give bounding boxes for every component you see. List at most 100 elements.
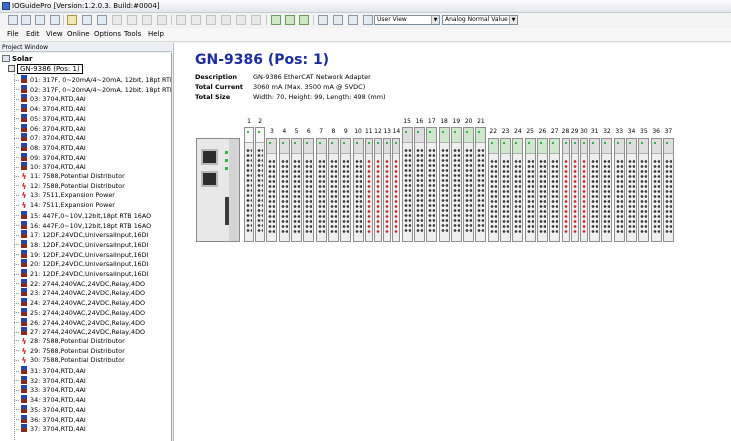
tree-item[interactable]: 15: 447F,0~10V,12bit,18pt RTB 16AO: [14, 210, 151, 221]
io-module[interactable]: [450, 127, 462, 242]
io-module[interactable]: [340, 138, 352, 242]
tree-item[interactable]: 06: 3704,RTD,4AI: [14, 123, 86, 134]
undo-icon[interactable]: [157, 15, 167, 25]
download-icon[interactable]: [299, 15, 309, 25]
io-module[interactable]: [438, 127, 450, 242]
tree-item[interactable]: 31: 3704,RTD,4AI: [14, 366, 86, 376]
copy-icon[interactable]: [82, 15, 92, 25]
move-up-icon[interactable]: [112, 15, 122, 25]
io-module[interactable]: [401, 127, 413, 242]
tree-item[interactable]: 10: 3704,RTD,4AI: [14, 162, 86, 172]
tree-root[interactable]: Solar: [2, 55, 32, 64]
paste-icon[interactable]: [97, 15, 107, 25]
tree-item[interactable]: 03: 3704,RTD,4AI: [14, 94, 86, 104]
io-module[interactable]: [374, 138, 382, 242]
menu-file[interactable]: File: [7, 30, 19, 39]
project-tree[interactable]: Solar GN-9386 (Pos: 1) 01: 317F, 0~20mA/…: [0, 53, 172, 441]
move-down-icon[interactable]: [127, 15, 137, 25]
delete-icon[interactable]: [142, 15, 152, 25]
tree-item[interactable]: 21: 12DF,24VDC,UniversalInput,16DI: [14, 269, 148, 279]
io-module[interactable]: [463, 127, 475, 242]
io-module[interactable]: [352, 138, 364, 242]
pin-icon[interactable]: [67, 15, 77, 25]
module-e-icon[interactable]: [236, 15, 246, 25]
io-module[interactable]: [327, 138, 339, 242]
tree-item[interactable]: 22: 2744,240VAC,24VDC,Relay,4DO: [14, 278, 145, 289]
module-a-icon[interactable]: [176, 15, 186, 25]
io-module[interactable]: [383, 138, 392, 242]
io-module[interactable]: [291, 138, 303, 242]
module-b-icon[interactable]: [191, 15, 201, 25]
io-module[interactable]: [278, 138, 290, 242]
io-module[interactable]: [524, 138, 536, 242]
io-module[interactable]: [512, 138, 524, 242]
tree-item[interactable]: 09: 3704,RTD,4AI: [14, 152, 86, 163]
tree-item[interactable]: ϟ 29: 7588,Potential Distributor: [14, 347, 125, 357]
io-module[interactable]: [570, 138, 579, 242]
menu-options[interactable]: Options: [94, 30, 121, 39]
io-module[interactable]: [266, 138, 278, 242]
tree-item[interactable]: ϟ 13: 7511,Expansion Power: [14, 191, 115, 201]
io-module[interactable]: [626, 138, 638, 242]
tree-item[interactable]: 19: 12DF,24VDC,UniversalInput,16DI: [14, 249, 148, 260]
new-file-icon[interactable]: [8, 15, 18, 25]
tree-item[interactable]: 20: 12DF,24VDC,UniversalInput,16DI: [14, 259, 148, 269]
io-module[interactable]: [662, 138, 674, 242]
menu-help[interactable]: Help: [148, 30, 164, 39]
tree-item[interactable]: 34: 3704,RTD,4AI: [14, 395, 86, 405]
tree-item[interactable]: 32: 3704,RTD,4AI: [14, 375, 86, 386]
tree-item[interactable]: 08: 3704,RTD,4AI: [14, 142, 86, 153]
tree-item[interactable]: 24: 2744,240VAC,24VDC,Relay,4DO: [14, 298, 145, 308]
io-module[interactable]: [536, 138, 548, 242]
io-module[interactable]: [426, 127, 438, 242]
menu-edit[interactable]: Edit: [26, 30, 40, 39]
module-c-icon[interactable]: [206, 15, 216, 25]
io-module[interactable]: [589, 138, 601, 242]
print-icon[interactable]: [50, 15, 60, 25]
menu-online[interactable]: Online: [67, 30, 90, 39]
online-icon[interactable]: [285, 15, 295, 25]
tree-item[interactable]: 18: 12DF,24VDC,UniversalInput,16DI: [14, 239, 148, 250]
tree-item[interactable]: 05: 3704,RTD,4AI: [14, 113, 86, 124]
io-module[interactable]: [638, 138, 650, 242]
view-select[interactable]: User View ▼: [374, 15, 440, 25]
tree-item[interactable]: 36: 3704,RTD,4AI: [14, 414, 86, 425]
io-module[interactable]: [500, 138, 512, 242]
tree-item[interactable]: 26: 2744,240VAC,24VDC,Relay,4DO: [14, 317, 145, 328]
tree-item[interactable]: 35: 3704,RTD,4AI: [14, 404, 86, 415]
network-adapter-module[interactable]: [196, 138, 240, 242]
value-mode-select[interactable]: Analog Normal Value ▼: [442, 15, 518, 25]
menu-view[interactable]: View: [46, 30, 63, 39]
io-module[interactable]: [413, 127, 425, 242]
open-file-icon[interactable]: [21, 15, 31, 25]
monitor-d-icon[interactable]: [363, 15, 373, 25]
io-module[interactable]: [315, 138, 327, 242]
tree-item[interactable]: 23: 2744,240VAC,24VDC,Relay,4DO: [14, 288, 145, 298]
save-icon[interactable]: [35, 15, 45, 25]
menu-tools[interactable]: Tools: [124, 30, 141, 39]
io-module[interactable]: [601, 138, 613, 242]
io-module[interactable]: [613, 138, 625, 242]
io-module[interactable]: [244, 127, 254, 242]
tree-item[interactable]: ϟ 30: 7588,Potential Distributor: [14, 356, 125, 366]
tree-item[interactable]: 16: 447F,0~10V,12bit,18pt RTB 16AO: [14, 220, 151, 231]
collapse-icon[interactable]: [8, 65, 15, 72]
io-module[interactable]: [475, 127, 487, 242]
io-module[interactable]: [579, 138, 588, 242]
monitor-b-icon[interactable]: [333, 15, 343, 25]
io-module[interactable]: [255, 127, 266, 242]
tree-item[interactable]: ϟ 11: 7588,Potential Distributor: [14, 172, 125, 182]
tree-item[interactable]: 33: 3704,RTD,4AI: [14, 385, 86, 395]
io-module[interactable]: [364, 138, 373, 242]
tree-item[interactable]: ϟ 14: 7511,Expansion Power: [14, 201, 115, 211]
io-module[interactable]: [650, 138, 662, 242]
tree-item[interactable]: 01: 317F, 0~20mA/4~20mA, 12bit, 18pt RTB: [14, 75, 171, 85]
tree-item[interactable]: 07: 3704,RTD,4AI: [14, 133, 86, 143]
tree-item[interactable]: 27: 2744,240VAC,24VDC,Relay,4DO: [14, 327, 145, 337]
io-module[interactable]: [303, 138, 315, 242]
monitor-c-icon[interactable]: [348, 15, 358, 25]
tree-item[interactable]: 17: 12DF,24VDC,UniversalInput,16DI: [14, 230, 148, 240]
tree-item[interactable]: ϟ 12: 7588,Potential Distributor: [14, 182, 125, 192]
io-module[interactable]: [487, 138, 499, 242]
module-d-icon[interactable]: [221, 15, 231, 25]
